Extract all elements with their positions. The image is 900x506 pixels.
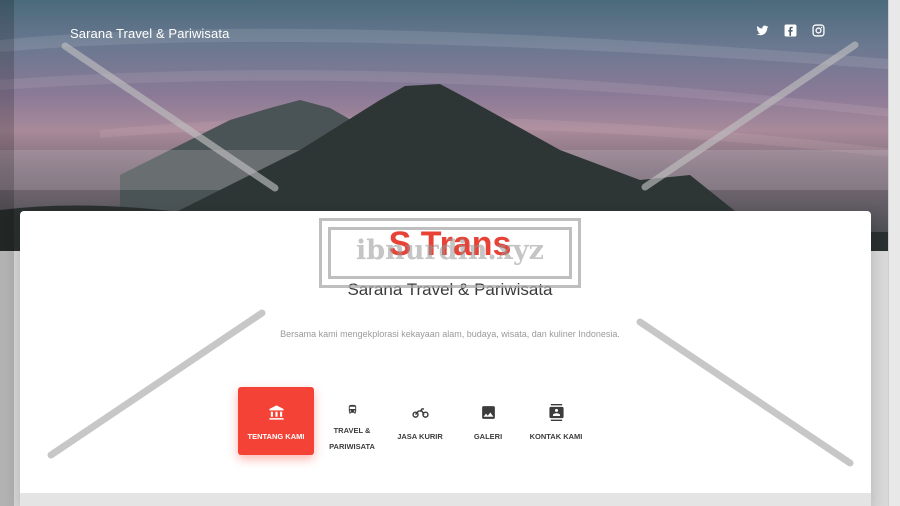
tab-travel-pariwisata[interactable]: TRAVEL & PARIWISATA — [318, 387, 386, 455]
image-icon — [481, 406, 495, 419]
bank-icon — [268, 405, 284, 420]
twitter-icon[interactable] — [756, 24, 769, 37]
tab-tentang-kami[interactable]: TENTANG KAMI — [238, 387, 314, 455]
tab-kontak-kami[interactable]: KONTAK KAMI — [522, 387, 590, 455]
bus-icon — [348, 404, 356, 414]
tab-label: TENTANG KAMI — [247, 432, 305, 441]
tab-label: JASA KURIR — [397, 432, 443, 441]
watermark: ibnurdin.xyz — [319, 218, 581, 288]
brand-name[interactable]: Sarana Travel & Pariwisata — [70, 26, 229, 41]
instagram-icon[interactable] — [812, 24, 825, 37]
tab-label: GALERI — [473, 432, 503, 441]
section-nav: TENTANG KAMI TRAVEL & PARIWISATA JASA KU… — [238, 387, 590, 455]
contact-icon — [548, 404, 564, 421]
facebook-icon[interactable] — [784, 24, 797, 37]
page-description: Bersama kami mengekplorasi kekayaan alam… — [280, 329, 620, 339]
tab-label: KONTAK KAMI — [529, 432, 583, 441]
social-links — [756, 24, 825, 37]
tab-label: TRAVEL & PARIWISATA — [329, 426, 375, 451]
card-footer-strip — [20, 493, 871, 506]
tab-jasa-kurir[interactable]: JASA KURIR — [386, 387, 454, 455]
watermark-text: ibnurdin.xyz — [356, 235, 544, 266]
tab-galeri[interactable]: GALERI — [454, 387, 522, 455]
motorcycle-icon — [411, 408, 429, 418]
